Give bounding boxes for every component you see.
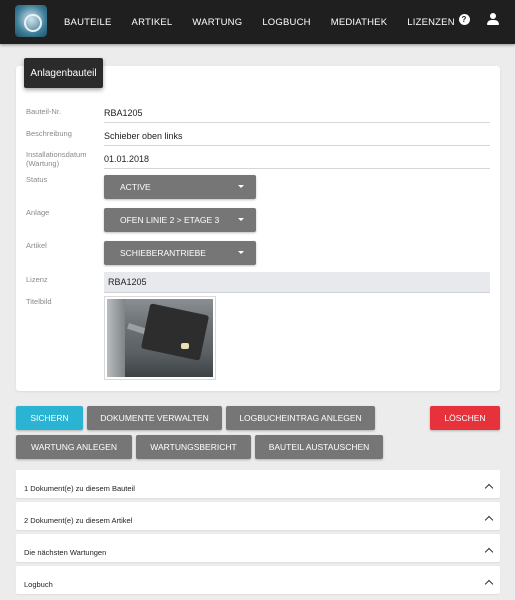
- nav-item-logbuch[interactable]: LOGBUCH: [262, 17, 310, 28]
- maintenance-report-button[interactable]: WARTUNGSBERICHT: [136, 435, 251, 459]
- panel-logbook[interactable]: Logbuch: [16, 566, 500, 594]
- nav-item-mediathek[interactable]: MEDIATHEK: [331, 17, 388, 28]
- caret-down-icon: [238, 251, 244, 254]
- photo-indicator: [181, 343, 189, 349]
- article-value: SCHIEBERANTRIEBE: [120, 248, 206, 258]
- nav-item-wartung[interactable]: WARTUNG: [192, 17, 242, 28]
- replace-part-button[interactable]: BAUTEIL AUSTAUSCHEN: [255, 435, 383, 459]
- top-navigation-bar: BAUTEILE ARTIKEL WARTUNG LOGBUCH MEDIATH…: [0, 0, 515, 44]
- install-date-field[interactable]: 01.01.2018: [104, 154, 490, 169]
- user-icon-head: [490, 13, 496, 19]
- install-date-label: Installationsdatum (Wartung): [26, 150, 87, 168]
- description-label: Beschreibung: [26, 129, 72, 138]
- license-label: Lizenz: [26, 275, 48, 284]
- title-image[interactable]: [104, 296, 216, 380]
- main-nav: BAUTEILE ARTIKEL WARTUNG LOGBUCH MEDIATH…: [64, 0, 475, 44]
- status-dropdown[interactable]: ACTIVE: [104, 175, 256, 199]
- user-icon-body: [487, 20, 499, 25]
- user-icon[interactable]: [486, 12, 500, 26]
- logo[interactable]: [15, 5, 47, 37]
- card-title: Anlagenbauteil: [24, 58, 103, 88]
- nav-item-bauteile[interactable]: BAUTEILE: [64, 17, 112, 28]
- delete-button[interactable]: LÖSCHEN: [430, 406, 500, 430]
- panel-title: 1 Dokument(e) zu diesem Bauteil: [24, 484, 135, 493]
- save-button[interactable]: SICHERN: [16, 406, 83, 430]
- panel-title: 2 Dokument(e) zu diesem Artikel: [24, 516, 133, 525]
- plant-dropdown[interactable]: OFEN LINIE 2 > ETAGE 3: [104, 208, 256, 232]
- description-field[interactable]: Schieber oben links: [104, 131, 490, 146]
- panel-article-documents[interactable]: 2 Dokument(e) zu diesem Artikel: [16, 502, 500, 530]
- create-maintenance-button[interactable]: WARTUNG ANLEGEN: [16, 435, 132, 459]
- chevron-up-icon: [484, 483, 494, 493]
- chevron-up-icon: [484, 547, 494, 557]
- article-dropdown[interactable]: SCHIEBERANTRIEBE: [104, 241, 256, 265]
- title-image-photo: [107, 299, 213, 377]
- panel-title: Die nächsten Wartungen: [24, 548, 107, 557]
- photo-actuator: [140, 303, 210, 361]
- status-value: ACTIVE: [120, 182, 151, 192]
- panel-part-documents[interactable]: 1 Dokument(e) zu diesem Bauteil: [16, 470, 500, 498]
- plant-value: OFEN LINIE 2 > ETAGE 3: [120, 215, 220, 225]
- help-icon-glyph: ?: [458, 13, 470, 25]
- help-icon[interactable]: ?: [457, 12, 471, 26]
- part-number-field[interactable]: RBA1205: [104, 108, 490, 123]
- chevron-up-icon: [484, 579, 494, 589]
- status-label: Status: [26, 175, 48, 184]
- create-logbook-entry-button[interactable]: LOGBUCHEINTRAG ANLEGEN: [226, 406, 375, 430]
- part-number-label: Bauteil-Nr.: [26, 107, 62, 116]
- title-image-label: Titelbild: [26, 297, 52, 306]
- panel-next-maintenance[interactable]: Die nächsten Wartungen: [16, 534, 500, 562]
- plant-label: Anlage: [26, 208, 50, 217]
- nav-item-artikel[interactable]: ARTIKEL: [132, 17, 173, 28]
- license-field: RBA1205: [104, 272, 490, 293]
- panel-title: Logbuch: [24, 580, 53, 589]
- caret-down-icon: [238, 185, 244, 188]
- photo-frame: [107, 299, 125, 377]
- caret-down-icon: [238, 218, 244, 221]
- chevron-up-icon: [484, 515, 494, 525]
- manage-documents-button[interactable]: DOKUMENTE VERWALTEN: [87, 406, 222, 430]
- article-label: Artikel: [26, 241, 47, 250]
- nav-item-lizenzen[interactable]: LIZENZEN: [407, 17, 455, 28]
